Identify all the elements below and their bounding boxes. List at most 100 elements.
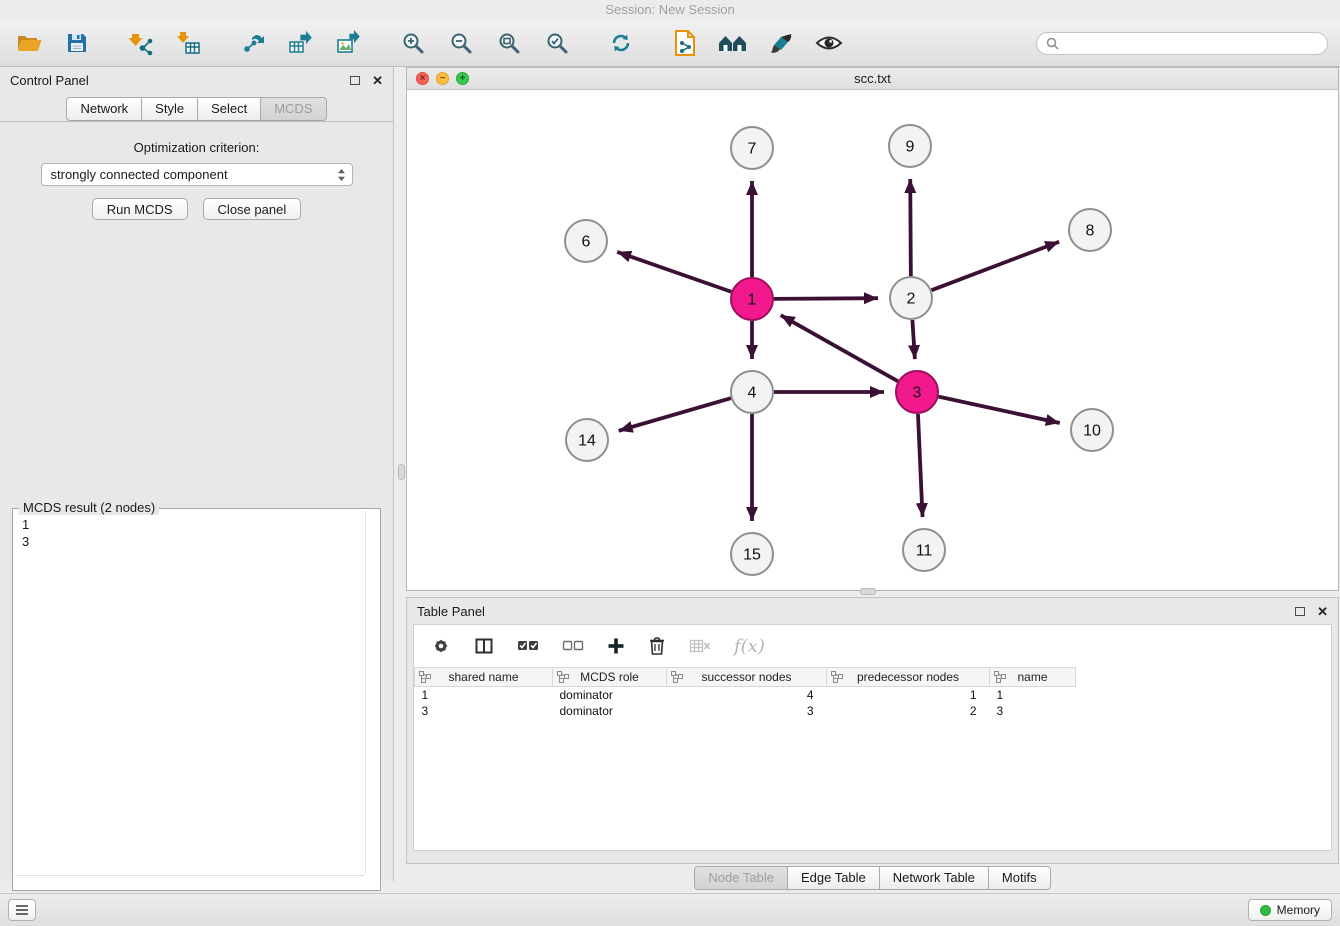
graph-node-9[interactable]: 9: [889, 125, 931, 167]
mcds-result-lines[interactable]: 13: [13, 509, 380, 557]
home-layout-button[interactable]: [716, 25, 750, 61]
window-minimize-button[interactable]: −: [436, 72, 449, 85]
result-horizontal-scrollbar[interactable]: [15, 875, 364, 876]
graph-edge-3-11[interactable]: [918, 414, 923, 517]
graph-node-14[interactable]: 14: [566, 419, 608, 461]
close-panel-icon[interactable]: ✕: [372, 74, 383, 87]
graph-node-3[interactable]: 3: [896, 371, 938, 413]
close-panel-button[interactable]: Close panel: [203, 198, 302, 220]
graph-edge-2-3[interactable]: [912, 320, 914, 359]
table-row[interactable]: 3dominator323: [415, 703, 1332, 719]
graph-edge-3-1[interactable]: [781, 315, 898, 381]
memory-label: Memory: [1277, 903, 1320, 917]
table-cell[interactable]: dominator: [553, 703, 667, 719]
graph-node-15[interactable]: 15: [731, 533, 773, 575]
task-history-button[interactable]: [8, 899, 36, 921]
graph-node-label: 4: [748, 385, 757, 402]
table-cell[interactable]: 3: [990, 703, 1076, 719]
graph-edge-1-2[interactable]: [774, 298, 878, 299]
result-vertical-scrollbar[interactable]: [365, 511, 366, 874]
graph-node-7[interactable]: 7: [731, 127, 773, 169]
graph-node-2[interactable]: 2: [890, 277, 932, 319]
table-cell[interactable]: 2: [827, 703, 990, 719]
graph-node-4[interactable]: 4: [731, 371, 773, 413]
show-columns-button[interactable]: [474, 637, 494, 655]
tab-mcds[interactable]: MCDS: [260, 97, 326, 121]
table-cell[interactable]: 4: [667, 687, 827, 704]
gear-icon: [431, 636, 451, 656]
graph-edge-2-8[interactable]: [932, 242, 1060, 290]
save-session-button[interactable]: [60, 25, 94, 61]
deselect-all-button[interactable]: [562, 639, 584, 653]
run-mcds-button[interactable]: Run MCDS: [92, 198, 188, 220]
table-cell[interactable]: 3: [415, 703, 553, 719]
function-builder-button-disabled[interactable]: f(x): [734, 636, 765, 657]
tab-select[interactable]: Select: [197, 97, 261, 121]
node-table-header-row: shared nameMCDS rolesuccessor nodesprede…: [415, 668, 1332, 687]
select-all-button[interactable]: [517, 639, 539, 653]
network-view-window: × − + scc.txt 7968124314101511: [406, 67, 1339, 591]
tab-node-table[interactable]: Node Table: [694, 866, 788, 890]
table-cell[interactable]: 3: [667, 703, 827, 719]
tab-style[interactable]: Style: [141, 97, 198, 121]
column-header-MCDS-role[interactable]: MCDS role: [553, 668, 667, 687]
tab-network[interactable]: Network: [66, 97, 142, 121]
export-network-button[interactable]: [236, 25, 270, 61]
zoom-in-button[interactable]: [396, 25, 430, 61]
network-canvas[interactable]: 7 9 6 8 1 2 4 3 14 10 15 11: [407, 90, 1338, 590]
close-table-panel-icon[interactable]: ✕: [1317, 605, 1328, 618]
window-close-button[interactable]: ×: [416, 72, 429, 85]
graph-node-1[interactable]: 1: [731, 278, 773, 320]
splitter-handle-vertical[interactable]: [398, 464, 405, 480]
table-cell-filler: [1076, 687, 1332, 704]
graph-node-11[interactable]: 11: [903, 529, 945, 571]
import-network-icon: [128, 30, 154, 56]
column-header-name[interactable]: name: [990, 668, 1076, 687]
tab-network-table[interactable]: Network Table: [879, 866, 989, 890]
zoom-fit-button[interactable]: [492, 25, 526, 61]
open-file-button[interactable]: [12, 25, 46, 61]
zoom-out-button[interactable]: [444, 25, 478, 61]
export-table-button[interactable]: [284, 25, 318, 61]
apply-style-button[interactable]: [764, 25, 798, 61]
graph-node-6[interactable]: 6: [565, 220, 607, 262]
optimization-criterion-label: Optimization criterion:: [0, 140, 393, 155]
new-network-from-selection-button[interactable]: [668, 25, 702, 61]
table-cell[interactable]: 1: [827, 687, 990, 704]
graph-node-10[interactable]: 10: [1071, 409, 1113, 451]
column-header-predecessor-nodes[interactable]: predecessor nodes: [827, 668, 990, 687]
table-row[interactable]: 1dominator411: [415, 687, 1332, 704]
import-table-button[interactable]: [172, 25, 206, 61]
table-cell[interactable]: 1: [990, 687, 1076, 704]
graph-edge-2-9[interactable]: [910, 179, 911, 276]
show-hide-button[interactable]: [812, 25, 846, 61]
graph-edge-3-10[interactable]: [938, 397, 1059, 423]
export-image-button[interactable]: [332, 25, 366, 61]
search-input[interactable]: [1065, 36, 1318, 51]
search-box[interactable]: [1036, 32, 1328, 55]
add-column-button[interactable]: [607, 637, 625, 655]
table-cell[interactable]: 1: [415, 687, 553, 704]
zoom-in-icon: [401, 31, 425, 55]
save-floppy-icon: [65, 31, 89, 55]
refresh-layout-button[interactable]: [604, 25, 638, 61]
float-table-panel-icon[interactable]: [1295, 607, 1305, 616]
import-network-button[interactable]: [124, 25, 158, 61]
table-settings-button[interactable]: [431, 636, 451, 656]
zoom-selected-button[interactable]: [540, 25, 574, 61]
graph-node-8[interactable]: 8: [1069, 209, 1111, 251]
column-header-shared-name[interactable]: shared name: [415, 668, 553, 687]
memory-button[interactable]: Memory: [1248, 899, 1332, 921]
delete-column-button[interactable]: [648, 636, 666, 656]
graph-edge-4-14[interactable]: [619, 398, 731, 431]
table-cell[interactable]: dominator: [553, 687, 667, 704]
float-panel-icon[interactable]: [350, 76, 360, 85]
tab-motifs[interactable]: Motifs: [988, 866, 1051, 890]
window-maximize-button[interactable]: +: [456, 72, 469, 85]
splitter-handle-horizontal[interactable]: [860, 588, 876, 595]
delete-table-button-disabled[interactable]: [689, 638, 711, 654]
graph-edge-1-6[interactable]: [617, 252, 731, 292]
column-header-successor-nodes[interactable]: successor nodes: [667, 668, 827, 687]
criterion-dropdown[interactable]: strongly connected component: [41, 163, 353, 186]
tab-edge-table[interactable]: Edge Table: [787, 866, 880, 890]
